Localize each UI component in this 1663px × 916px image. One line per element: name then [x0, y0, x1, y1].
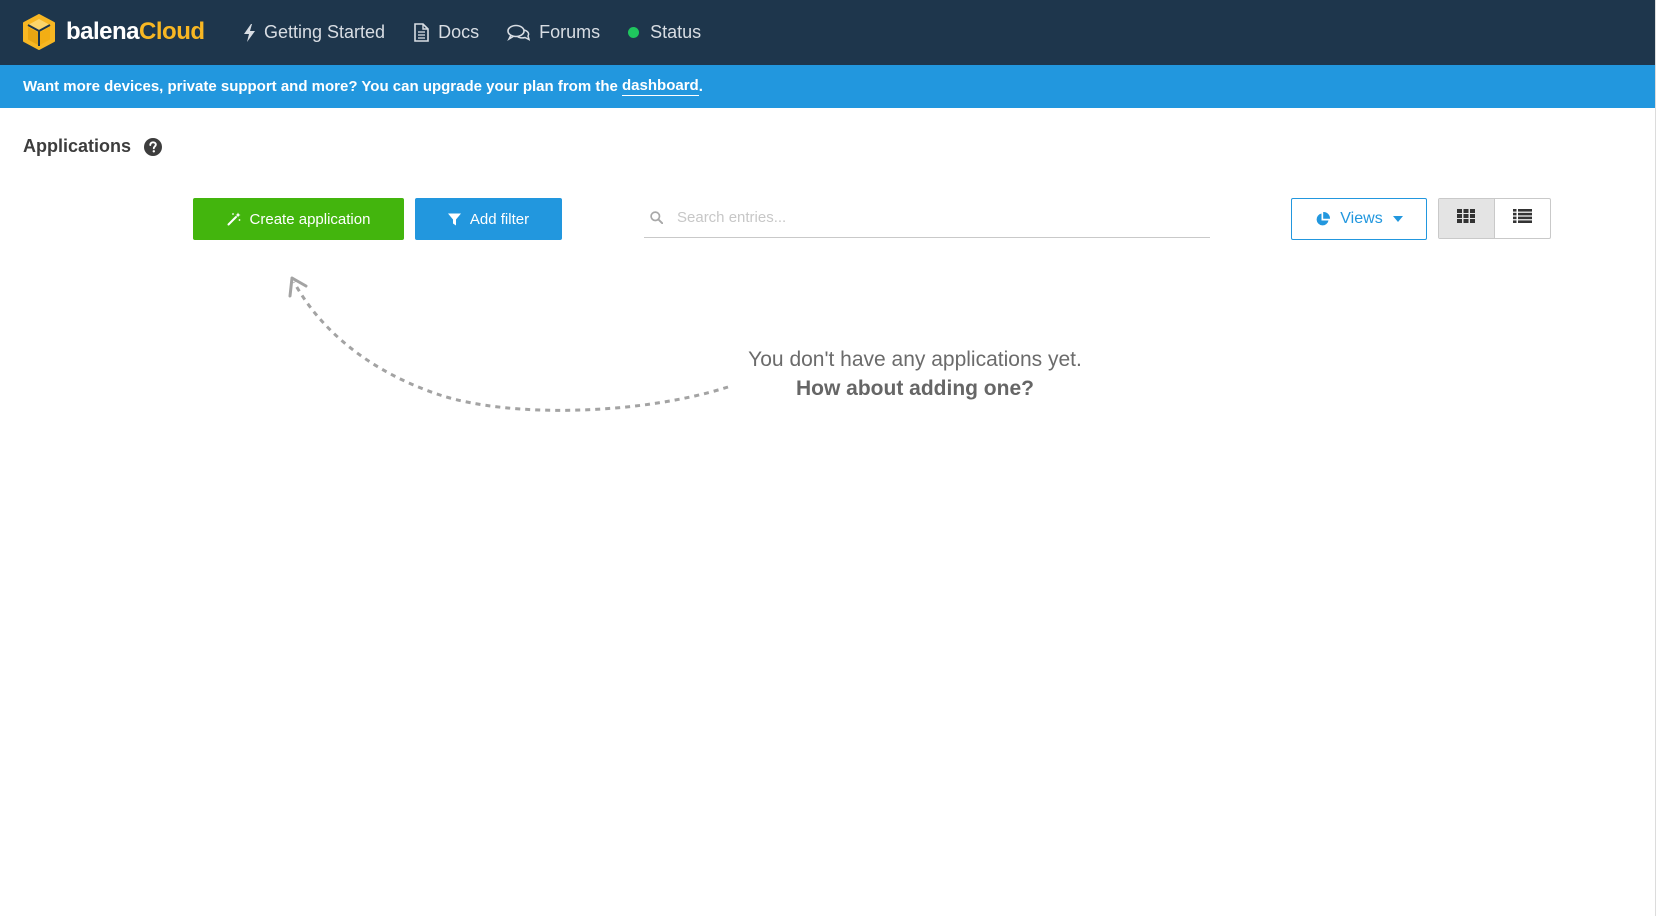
scrollbar[interactable] — [1655, 0, 1663, 916]
top-navbar: balenaCloud Getting Started Docs Forums … — [0, 0, 1655, 65]
add-filter-label: Add filter — [469, 210, 530, 228]
balena-cube-logo-icon — [23, 14, 55, 50]
nav-docs-label: Docs — [438, 22, 480, 42]
page-title: Applications — [23, 136, 163, 157]
list-view-icon — [1512, 209, 1532, 228]
create-application-label: Create application — [249, 210, 371, 228]
brand-name-part2: Cloud — [139, 18, 205, 45]
pie-chart-icon — [1315, 211, 1331, 227]
add-filter-button[interactable]: Add filter — [415, 198, 562, 240]
status-dot-icon — [628, 27, 640, 38]
nav-status[interactable]: Status — [628, 22, 701, 43]
brand-name: balenaCloud — [66, 20, 205, 44]
nav-docs[interactable]: Docs — [413, 22, 479, 43]
grid-view-button[interactable] — [1439, 199, 1495, 238]
empty-state-line1: You don't have any applications yet. — [748, 348, 1082, 371]
empty-state-message: You don't have any applications yet. How… — [700, 346, 1130, 404]
lightning-bolt-icon — [244, 23, 255, 42]
grid-view-icon — [1457, 209, 1476, 228]
list-view-button[interactable] — [1495, 199, 1551, 238]
brand-logo[interactable]: balenaCloud — [22, 13, 205, 51]
view-mode-toggle — [1438, 198, 1551, 239]
banner-suffix: . — [698, 78, 703, 95]
search-field[interactable] — [644, 198, 1210, 238]
banner-dashboard-link[interactable]: dashboard — [622, 77, 699, 96]
views-dropdown-button[interactable]: Views — [1291, 198, 1427, 240]
nav-forums[interactable]: Forums — [507, 22, 600, 43]
nav-getting-started[interactable]: Getting Started — [244, 22, 385, 43]
chat-bubbles-icon — [507, 24, 531, 42]
nav-links: Getting Started Docs Forums Status — [244, 0, 729, 65]
upgrade-banner: Want more devices, private support and m… — [0, 65, 1655, 108]
brand-name-part1: balena — [66, 18, 140, 45]
banner-text: Want more devices, private support and m… — [23, 78, 618, 95]
funnel-icon — [447, 213, 461, 226]
create-application-button[interactable]: Create application — [193, 198, 404, 240]
nav-forums-label: Forums — [539, 22, 601, 42]
document-icon — [413, 23, 429, 42]
question-circle-icon[interactable] — [144, 137, 163, 156]
nav-getting-started-label: Getting Started — [264, 22, 386, 42]
search-input[interactable] — [677, 209, 1177, 226]
search-icon — [650, 211, 663, 224]
empty-state-line2: How about adding one? — [796, 377, 1034, 400]
nav-status-label: Status — [650, 22, 702, 42]
page-title-text: Applications — [23, 136, 132, 156]
dashed-arrow-illustration — [288, 276, 729, 412]
caret-down-icon — [1392, 216, 1403, 222]
magic-wand-icon — [227, 212, 241, 226]
views-label: Views — [1340, 210, 1383, 227]
